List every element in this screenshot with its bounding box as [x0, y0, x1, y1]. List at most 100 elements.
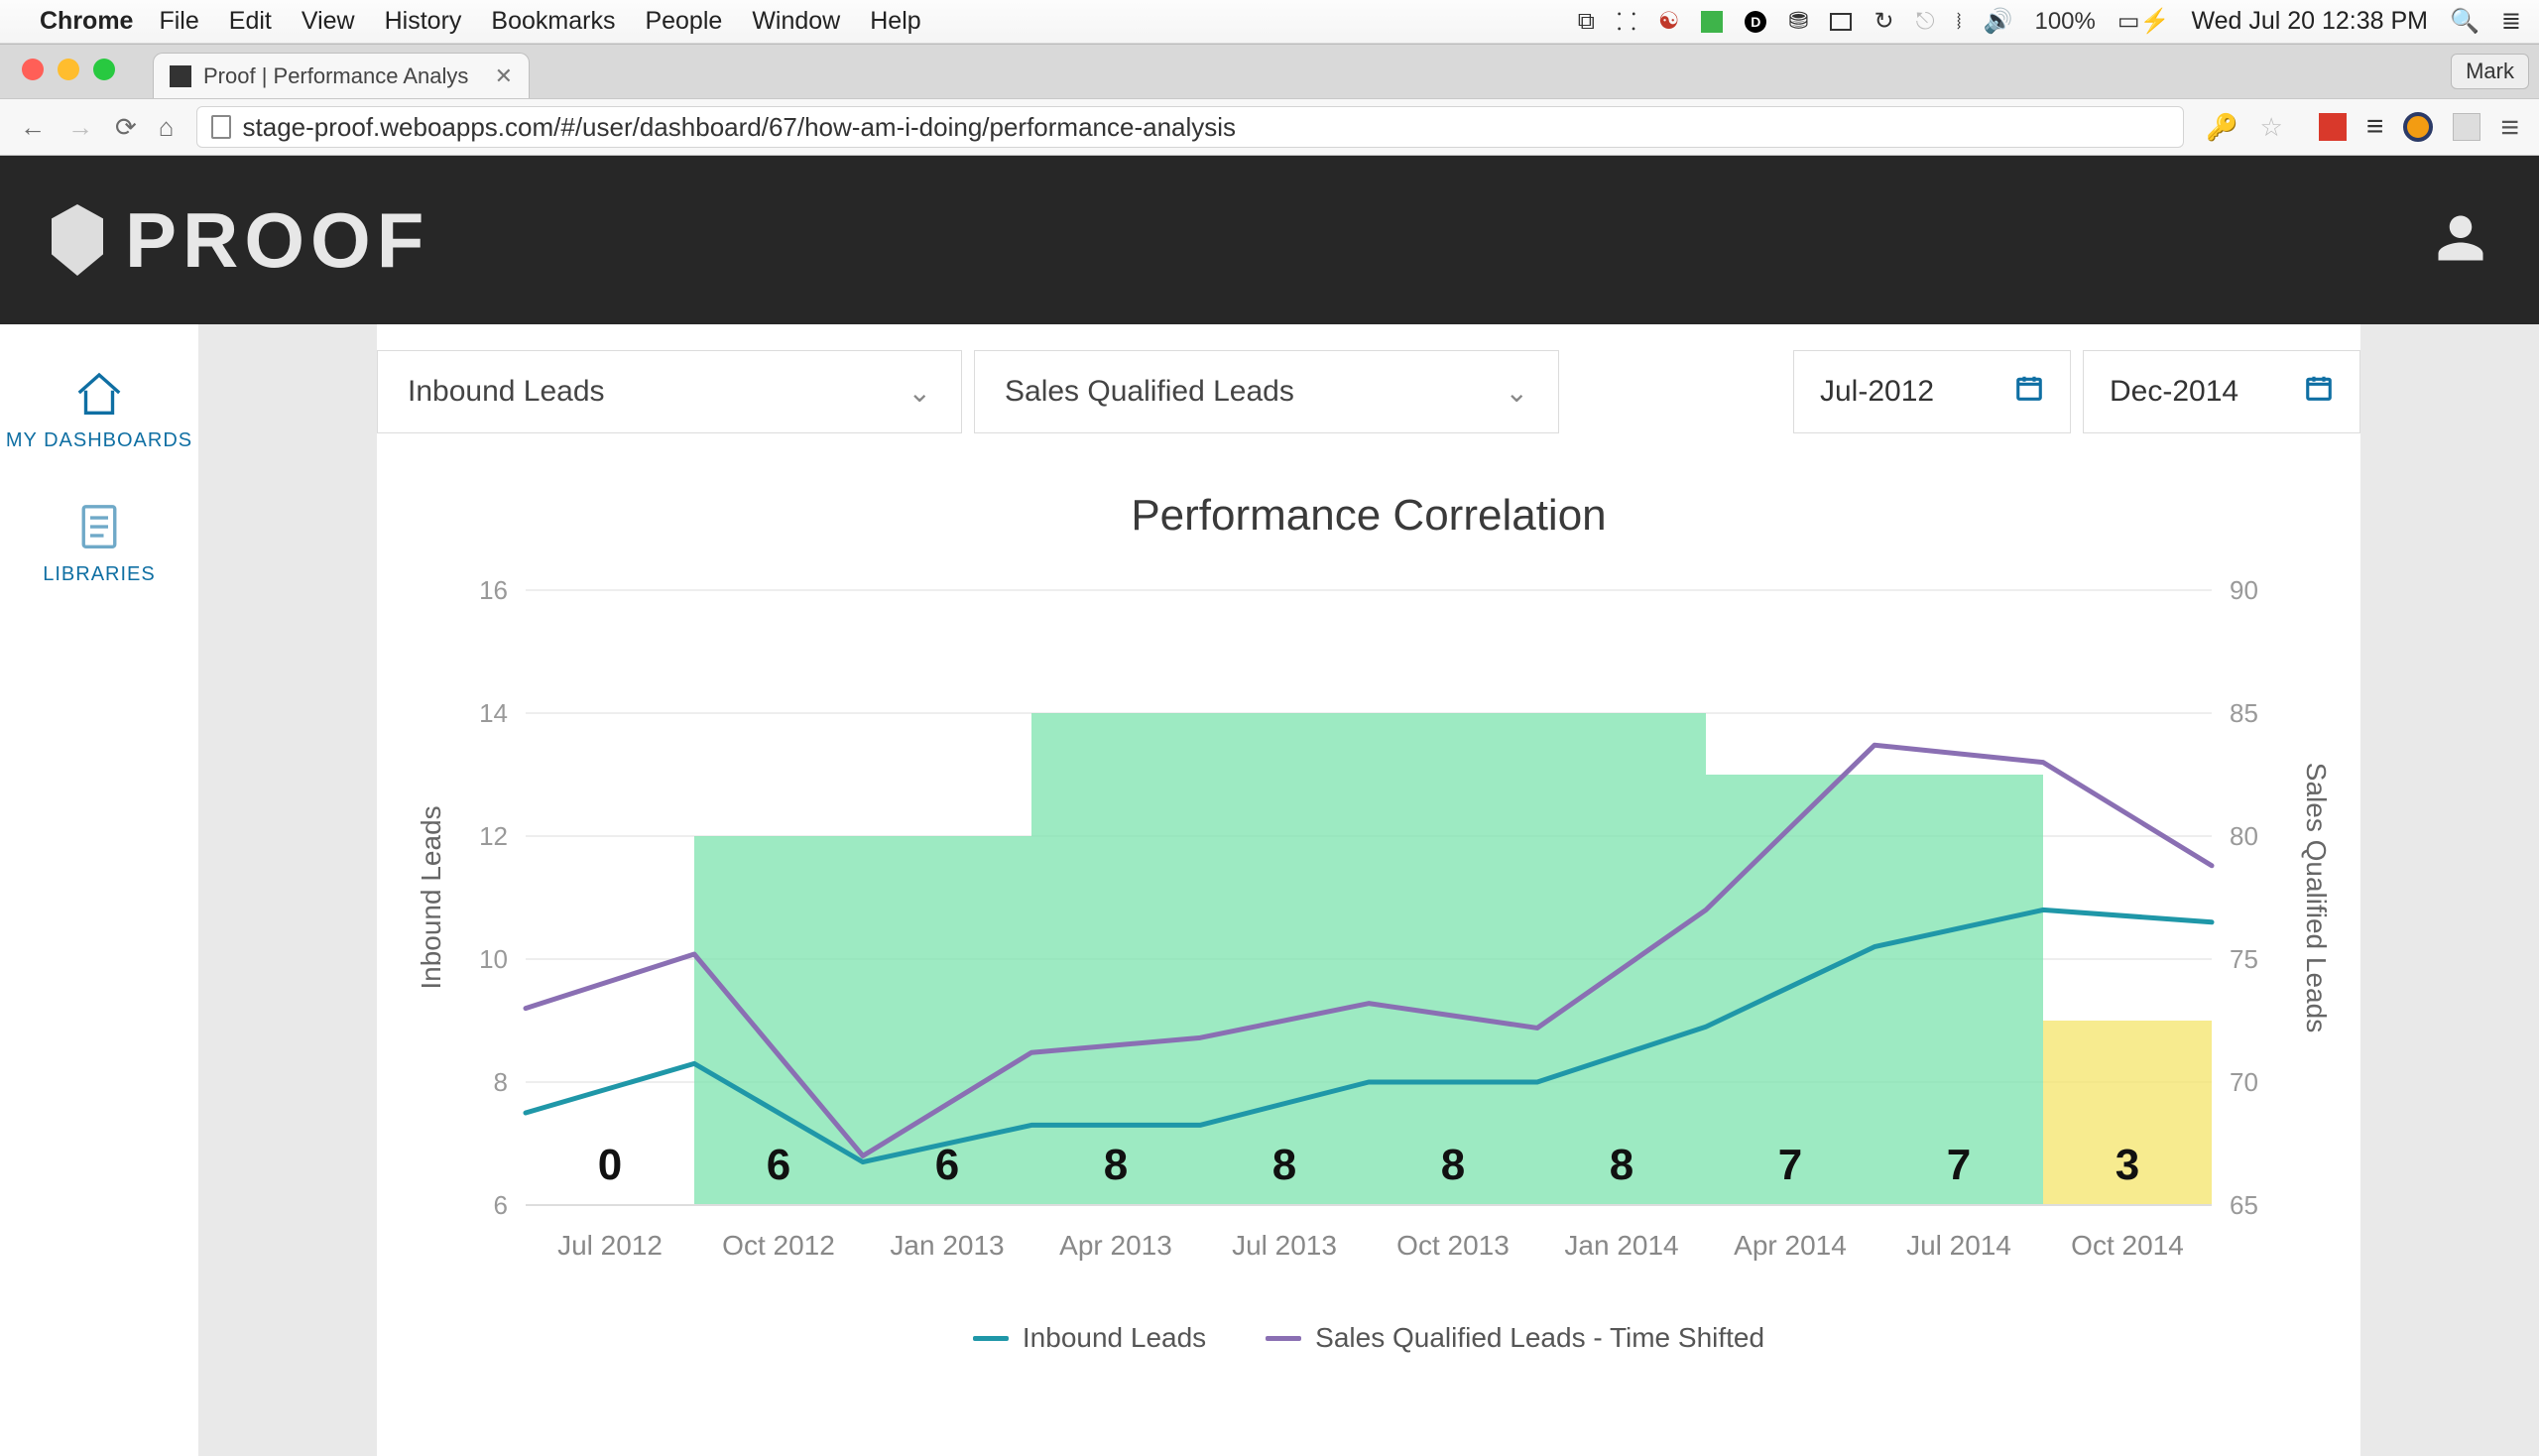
nav-reload-icon[interactable]: ⟳ — [115, 112, 137, 143]
svg-text:8: 8 — [1104, 1141, 1128, 1189]
svg-text:Sales Qualified Leads: Sales Qualified Leads — [2301, 763, 2332, 1032]
tab-title: Proof | Performance Analys — [203, 63, 468, 89]
sidebar-item-label: LIBRARIES — [43, 563, 155, 586]
svg-text:70: 70 — [2230, 1067, 2258, 1097]
chrome-menu-icon[interactable]: ≡ — [2500, 109, 2519, 146]
extension-icon-3[interactable] — [2453, 113, 2480, 141]
menu-edit[interactable]: Edit — [229, 7, 272, 36]
battery-icon[interactable]: ▭⚡ — [2117, 7, 2170, 36]
svg-text:Jul 2014: Jul 2014 — [1906, 1230, 2011, 1261]
svg-text:Jul 2013: Jul 2013 — [1232, 1230, 1337, 1261]
extension-icon-1[interactable] — [2319, 113, 2347, 141]
svg-text:16: 16 — [479, 580, 508, 605]
menu-help[interactable]: Help — [870, 7, 920, 36]
window-zoom[interactable] — [93, 59, 115, 80]
menu-history[interactable]: History — [385, 7, 462, 36]
nav-home-icon[interactable]: ⌂ — [159, 112, 175, 143]
legend-item-sql[interactable]: Sales Qualified Leads - Time Shifted — [1266, 1322, 1764, 1354]
svg-text:90: 90 — [2230, 580, 2258, 605]
metric-b-dropdown[interactable]: Sales Qualified Leads ⌄ — [974, 350, 1559, 433]
menu-bookmarks[interactable]: Bookmarks — [491, 7, 615, 36]
date-from-field[interactable]: Jul-2012 — [1793, 350, 2071, 433]
svg-text:Oct 2013: Oct 2013 — [1396, 1230, 1510, 1261]
legend-item-inbound[interactable]: Inbound Leads — [973, 1322, 1206, 1354]
window-controls — [22, 59, 115, 80]
buffer-extension-icon[interactable]: ≡ — [2366, 110, 2384, 144]
svg-text:80: 80 — [2230, 821, 2258, 851]
dashboard-canvas: Inbound Leads ⌄ Sales Qualified Leads ⌄ … — [377, 324, 2360, 1456]
legend-swatch-icon — [1266, 1336, 1301, 1341]
svg-text:85: 85 — [2230, 698, 2258, 728]
chrome-window: Proof | Performance Analys ✕ Mark ← → ⟳ … — [0, 44, 2539, 156]
menu-file[interactable]: File — [159, 7, 198, 36]
menubar-icon-1[interactable]: ⧉ — [1578, 8, 1595, 36]
tab-close-icon[interactable]: ✕ — [495, 63, 513, 89]
timemachine-icon[interactable]: ↻ — [1874, 7, 1893, 36]
svg-text:7: 7 — [1947, 1141, 1971, 1189]
date-to-field[interactable]: Dec-2014 — [2083, 350, 2360, 433]
dropdown-value: Sales Qualified Leads — [1005, 375, 1294, 409]
address-bar[interactable]: stage-proof.weboapps.com/#/user/dashboar… — [196, 106, 2185, 148]
svg-text:8: 8 — [494, 1067, 508, 1097]
site-info-icon[interactable] — [211, 115, 231, 139]
legend-label: Sales Qualified Leads - Time Shifted — [1315, 1322, 1764, 1354]
bluetooth-icon[interactable]: ⎋ — [1916, 8, 1935, 36]
svg-text:6: 6 — [494, 1190, 508, 1220]
volume-icon[interactable]: 🔊 — [1984, 7, 2013, 36]
menu-people[interactable]: People — [645, 7, 722, 36]
window-minimize[interactable] — [58, 59, 79, 80]
svg-text:Oct 2014: Oct 2014 — [2071, 1230, 2184, 1261]
svg-text:Apr 2014: Apr 2014 — [1734, 1230, 1847, 1261]
macos-menubar: Chrome File Edit View History Bookmarks … — [0, 0, 2539, 44]
menubar-icon-3[interactable]: ☯ — [1658, 7, 1680, 36]
svg-text:Apr 2013: Apr 2013 — [1059, 1230, 1172, 1261]
date-value: Dec-2014 — [2110, 375, 2238, 409]
airplay-icon[interactable] — [1830, 13, 1852, 31]
url-text: stage-proof.weboapps.com/#/user/dashboar… — [243, 112, 1237, 143]
metric-a-dropdown[interactable]: Inbound Leads ⌄ — [377, 350, 962, 433]
sidebar-item-dashboards[interactable]: MY DASHBOARDS — [6, 366, 192, 452]
svg-text:8: 8 — [1441, 1141, 1465, 1189]
bookmark-star-icon[interactable]: ☆ — [2260, 112, 2283, 143]
dropbox-icon[interactable]: ⛃ — [1788, 7, 1808, 36]
menubar-app-name[interactable]: Chrome — [40, 7, 133, 36]
extensions-area: ≡ ≡ — [2319, 109, 2519, 146]
date-value: Jul-2012 — [1820, 375, 1934, 409]
legend-label: Inbound Leads — [1023, 1322, 1206, 1354]
extension-icon-2[interactable] — [2403, 112, 2433, 142]
spotlight-icon[interactable]: 🔍 — [2450, 7, 2479, 36]
menu-window[interactable]: Window — [752, 7, 840, 36]
notification-center-icon[interactable]: ≣ — [2501, 7, 2521, 36]
sidebar-item-libraries[interactable]: LIBRARIES — [43, 500, 155, 586]
wifi-icon[interactable]: ⧘ — [1957, 8, 1962, 36]
menubar-icon-4[interactable] — [1701, 11, 1723, 33]
svg-text:7: 7 — [1778, 1141, 1802, 1189]
svg-text:14: 14 — [479, 698, 508, 728]
content-pane: Inbound Leads ⌄ Sales Qualified Leads ⌄ … — [198, 324, 2539, 1456]
chrome-tabstrip: Proof | Performance Analys ✕ Mark — [0, 45, 2539, 98]
app-header: PROOF — [0, 156, 2539, 324]
menu-view[interactable]: View — [302, 7, 355, 36]
nav-back-icon[interactable]: ← — [20, 112, 46, 143]
correlation-chart: 6810121416657075808590Inbound LeadsSales… — [397, 580, 2341, 1294]
svg-text:65: 65 — [2230, 1190, 2258, 1220]
window-close[interactable] — [22, 59, 44, 80]
app-logo[interactable]: PROOF — [52, 195, 429, 286]
user-avatar-icon[interactable] — [2434, 211, 2487, 270]
svg-text:6: 6 — [767, 1141, 790, 1189]
password-icon[interactable]: 🔑 — [2206, 112, 2237, 143]
chevron-down-icon: ⌄ — [1506, 376, 1528, 409]
menubar-icon-2[interactable]: ⸬ — [1617, 5, 1636, 38]
legend-swatch-icon — [973, 1336, 1009, 1341]
document-icon — [72, 500, 126, 553]
svg-text:Jan 2013: Jan 2013 — [890, 1230, 1004, 1261]
chart-container: Performance Correlation 6810121416657075… — [377, 457, 2360, 1354]
chrome-profile-button[interactable]: Mark — [2451, 54, 2529, 89]
browser-tab[interactable]: Proof | Performance Analys ✕ — [153, 53, 530, 98]
calendar-icon — [2304, 373, 2334, 411]
menubar-clock[interactable]: Wed Jul 20 12:38 PM — [2191, 7, 2428, 36]
menubar-icon-5[interactable]: D — [1745, 11, 1766, 33]
svg-text:75: 75 — [2230, 944, 2258, 974]
tab-favicon — [170, 65, 191, 87]
svg-text:Jul 2012: Jul 2012 — [557, 1230, 663, 1261]
